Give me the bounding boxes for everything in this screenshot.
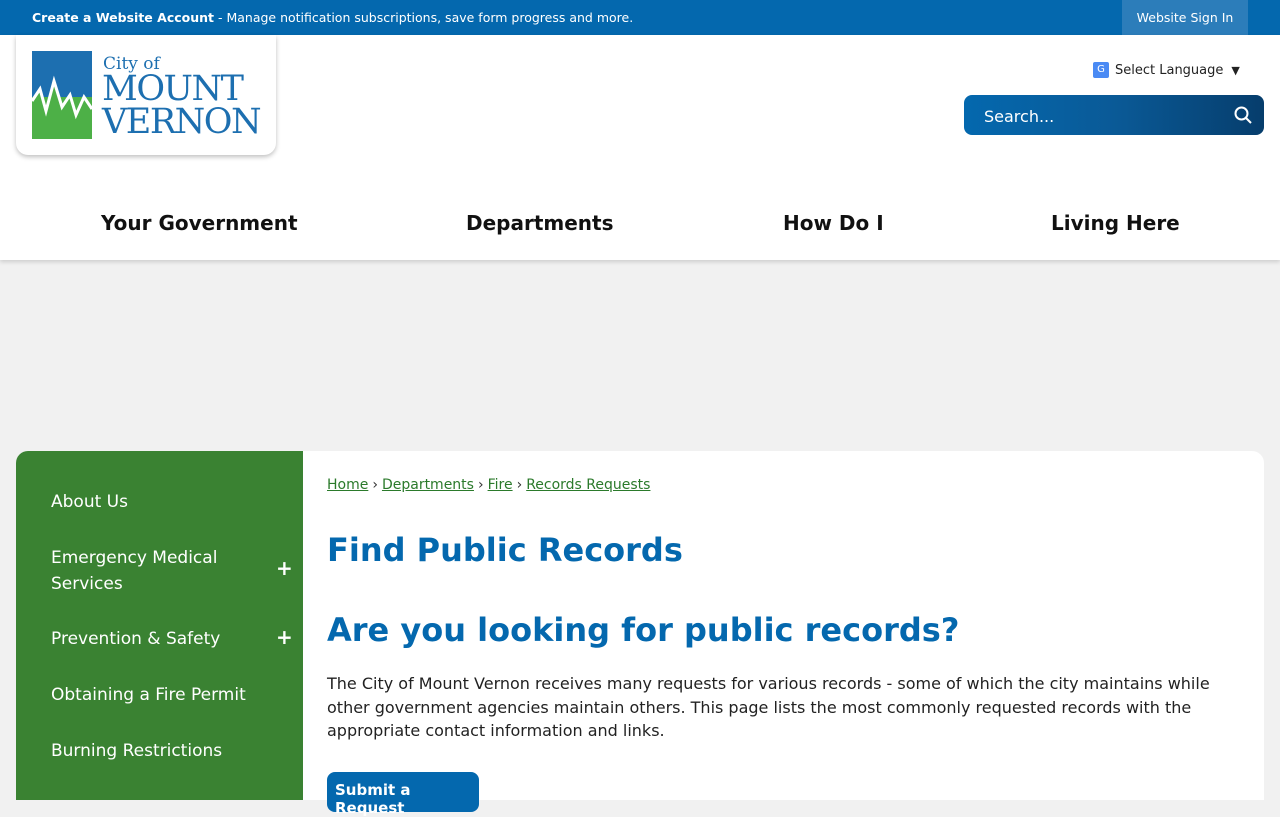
breadcrumb-separator: › [477, 477, 484, 493]
intro-paragraph: The City of Mount Vernon receives many r… [327, 674, 1210, 740]
nav-how-do-i[interactable]: How Do I [783, 211, 884, 235]
breadcrumb-separator: › [372, 477, 378, 493]
logo-wordmark: City of MOUNT VERNON [102, 55, 262, 142]
breadcrumb: Home › Departments › Fire › Records Requests [327, 477, 650, 493]
search-icon[interactable] [1234, 106, 1252, 124]
google-translate-icon: G [1093, 62, 1109, 78]
search-bar [964, 95, 1264, 137]
top-account-bar: Create a Website Account - Manage notifi… [0, 0, 1280, 35]
sidebar-item-about-us[interactable]: About Us [51, 489, 251, 515]
breadcrumb-home[interactable]: Home [327, 477, 368, 493]
nav-departments[interactable]: Departments [466, 211, 614, 235]
search-input[interactable] [982, 95, 1226, 137]
sidebar-item-burning-restrictions[interactable]: Burning Restrictions [51, 738, 251, 764]
main-content: Home › Departments › Fire › Records Requests F… [303, 451, 1264, 817]
page-title: Find Public Records [327, 531, 683, 569]
sidebar-menu: About Us Emergency Medical Services + Pr… [16, 451, 303, 800]
mountain-logo-icon [32, 51, 92, 139]
account-description: - Manage notification subscriptions, sav… [214, 10, 634, 25]
expand-emergency-medical-services-icon[interactable]: + [276, 556, 293, 580]
section-heading: Are you looking for public records? [327, 611, 960, 649]
sidebar-item-prevention-safety[interactable]: Prevention & Safety [51, 626, 251, 652]
language-label: Select Language [1115, 62, 1224, 78]
logo-vernon: VERNON [102, 102, 262, 142]
breadcrumb-fire[interactable]: Fire [488, 477, 513, 493]
create-account-link[interactable]: Create a Website Account [32, 10, 214, 25]
website-sign-in-button[interactable]: Website Sign In [1122, 0, 1248, 35]
submit-request-button[interactable]: Submit a Request [327, 772, 479, 817]
site-header: City of MOUNT VERNON G Select Language ▼… [0, 35, 1280, 260]
nav-your-government[interactable]: Your Government [101, 211, 298, 235]
language-selector[interactable]: G Select Language ▼ [1093, 62, 1240, 78]
main-navigation: Your Government Departments How Do I Liv… [0, 211, 1280, 239]
chevron-down-icon: ▼ [1231, 63, 1240, 77]
breadcrumb-departments[interactable]: Departments [382, 477, 474, 493]
breadcrumb-separator: › [516, 477, 523, 493]
expand-prevention-safety-icon[interactable]: + [276, 625, 293, 649]
city-logo[interactable]: City of MOUNT VERNON [16, 35, 276, 155]
sidebar-item-obtaining-fire-permit[interactable]: Obtaining a Fire Permit [51, 682, 251, 708]
nav-living-here[interactable]: Living Here [1051, 211, 1180, 235]
sidebar-item-emergency-medical-services[interactable]: Emergency Medical Services [51, 545, 251, 597]
breadcrumb-records-requests[interactable]: Records Requests [526, 477, 650, 493]
account-banner: Create a Website Account - Manage notifi… [32, 10, 633, 25]
